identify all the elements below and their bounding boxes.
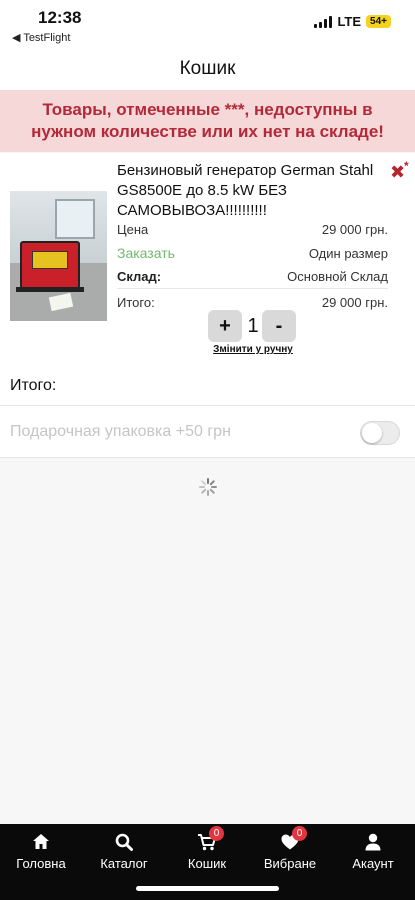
item-total-row: Итого: 29 000 грн. bbox=[117, 292, 388, 312]
unavailable-mark: * bbox=[404, 159, 409, 173]
network-label: LTE bbox=[337, 14, 362, 29]
heart-icon: 0 bbox=[280, 826, 307, 852]
change-quantity-manually-link[interactable]: Змінити у ручну bbox=[208, 344, 298, 355]
divider bbox=[0, 405, 415, 406]
cart-card: Бензиновый генератор German Stahl GS8500… bbox=[0, 153, 415, 458]
divider bbox=[117, 288, 388, 289]
order-row: Заказать Один размер bbox=[117, 243, 388, 263]
favorites-badge: 0 bbox=[292, 826, 307, 841]
page-title: Кошик bbox=[179, 58, 236, 79]
tab-favorites[interactable]: 0 Вибране bbox=[250, 826, 330, 871]
page-header: Кошик bbox=[0, 48, 415, 90]
search-icon bbox=[115, 833, 133, 851]
home-icon bbox=[33, 834, 49, 849]
toggle-knob bbox=[362, 423, 382, 443]
status-time: 12:38 bbox=[38, 8, 82, 27]
tab-label: Головна bbox=[16, 856, 66, 871]
gift-wrap-label: Подарочная упаковка +50 грн bbox=[10, 423, 231, 440]
signal-icon bbox=[314, 15, 333, 28]
price-row: Цена 29 000 грн. bbox=[117, 219, 388, 239]
product-title[interactable]: Бензиновый генератор German Stahl GS8500… bbox=[117, 161, 392, 221]
price-label: Цена bbox=[117, 221, 149, 237]
order-link[interactable]: Заказать bbox=[117, 245, 175, 261]
product-photo bbox=[10, 191, 107, 321]
stock-value: Основной Склад bbox=[287, 268, 388, 284]
tab-label: Каталог bbox=[100, 856, 148, 871]
cart-badge: 0 bbox=[209, 826, 224, 841]
stock-label: Склад: bbox=[117, 268, 162, 284]
loading-spinner-icon bbox=[199, 478, 217, 496]
quantity-value: 1 bbox=[247, 315, 259, 337]
tab-label: Кошик bbox=[187, 856, 227, 871]
tab-catalog[interactable]: Каталог bbox=[84, 832, 164, 871]
gift-wrap-toggle[interactable] bbox=[360, 421, 400, 445]
home-indicator[interactable] bbox=[136, 886, 279, 891]
stock-warning-banner: Товары, отмеченные ***, недоступны в нуж… bbox=[0, 90, 415, 152]
item-total-value: 29 000 грн. bbox=[321, 294, 388, 310]
quantity-increase-button[interactable]: + bbox=[208, 310, 242, 342]
status-bar: 12:38 ◀ TestFlight LTE 54+ bbox=[0, 0, 415, 48]
item-total-label: Итого: bbox=[117, 294, 155, 310]
battery-icon: 54+ bbox=[366, 15, 391, 28]
cart-total-label: Итого: bbox=[10, 377, 57, 394]
quantity-stepper: + 1 - bbox=[208, 310, 298, 342]
tab-label: Вибране bbox=[263, 856, 317, 871]
size-value: Один размер bbox=[308, 245, 388, 261]
price-value: 29 000 грн. bbox=[321, 221, 388, 237]
remove-item-icon[interactable]: ✖ bbox=[390, 163, 405, 181]
user-icon bbox=[365, 833, 381, 851]
cart-icon: 0 bbox=[197, 826, 224, 852]
stock-warning-text: Товары, отмеченные ***, недоступны в нуж… bbox=[31, 100, 384, 141]
tab-home[interactable]: Головна bbox=[1, 832, 81, 871]
back-to-testflight-link[interactable]: ◀ TestFlight bbox=[12, 31, 70, 44]
status-indicators: LTE 54+ bbox=[314, 14, 391, 29]
tab-account[interactable]: Акаунт bbox=[333, 832, 413, 871]
tab-label: Акаунт bbox=[352, 856, 394, 871]
tab-cart[interactable]: 0 Кошик bbox=[167, 826, 247, 871]
quantity-decrease-button[interactable]: - bbox=[262, 310, 296, 342]
stock-row: Склад: Основной Склад bbox=[117, 266, 388, 286]
